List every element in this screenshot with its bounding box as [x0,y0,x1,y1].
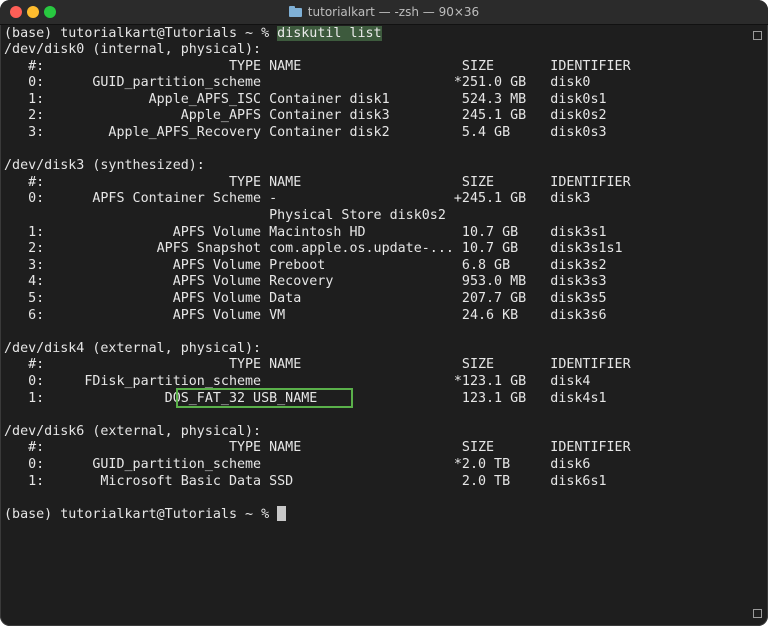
folder-icon [288,6,302,17]
output-line: 1: Microsoft Basic Data SSD 2.0 TB disk6… [4,473,607,489]
final-prompt-line: (base) tutorialkart@Tutorials ~ % [4,506,287,522]
output-line: 5: APFS Volume Data 207.7 GB disk3s5 [4,291,607,306]
output-line: 0: GUID_partition_scheme *2.0 TB disk6 [4,457,591,472]
terminal-content[interactable]: (base) tutorialkart@Tutorials ~ % diskut… [0,24,752,626]
prompt-line: (base) tutorialkart@Tutorials ~ % diskut… [4,26,382,42]
output-line: 3: Apple_APFS_Recovery Container disk2 5… [4,125,607,140]
output-line: 4: APFS Volume Recovery 953.0 MB disk3s3 [4,274,607,290]
output-line: #: TYPE NAME SIZE IDENTIFIER [4,174,631,190]
output-line: 1: Apple_APFS_ISC Container disk1 524.3 … [4,91,607,107]
highlight-box [176,388,353,408]
output-line: #: TYPE NAME SIZE IDENTIFIER [4,357,631,373]
scroll-up-control[interactable] [753,31,762,40]
window-title: tutorialkart — -zsh — 90×36 [0,0,768,24]
terminal-window: tutorialkart — -zsh — 90×36 (base) tutor… [0,0,768,626]
scroll-down-control[interactable] [753,609,762,618]
final-prompt-text: (base) tutorialkart@Tutorials ~ % [4,507,278,522]
output-line: /dev/disk6 (external, physical): [4,423,262,439]
output-line: 2: Apple_APFS Container disk3 245.1 GB d… [4,108,607,124]
output-line: #: TYPE NAME SIZE IDENTIFIER [4,58,631,74]
output-line: 3: APFS Volume Preboot 6.8 GB disk3s2 [4,257,607,273]
prompt-text: (base) tutorialkart@Tutorials ~ % [4,26,278,41]
output-line: 0: GUID_partition_scheme *251.0 GB disk0 [4,75,591,91]
output-line: /dev/disk3 (synthesized): [4,158,205,174]
output-line: #: TYPE NAME SIZE IDENTIFIER [4,440,631,456]
cursor [277,506,287,521]
command-text: diskutil list [277,26,382,41]
title-bar: tutorialkart — -zsh — 90×36 [0,0,768,25]
output-line: 2: APFS Snapshot com.apple.os.update-...… [4,241,623,257]
output-line: Physical Store disk0s2 [4,208,446,223]
output-line: /dev/disk0 (internal, physical): [4,42,262,57]
output-line: /dev/disk4 (external, physical): [4,340,262,356]
output-line: 6: APFS Volume VM 24.6 KB disk3s6 [4,307,607,323]
output-line: 0: APFS Container Scheme - +245.1 GB dis… [4,191,591,207]
window-title-text: tutorialkart — -zsh — 90×36 [307,5,480,19]
output-line: 1: APFS Volume Macintosh HD 10.7 GB disk… [4,224,607,240]
